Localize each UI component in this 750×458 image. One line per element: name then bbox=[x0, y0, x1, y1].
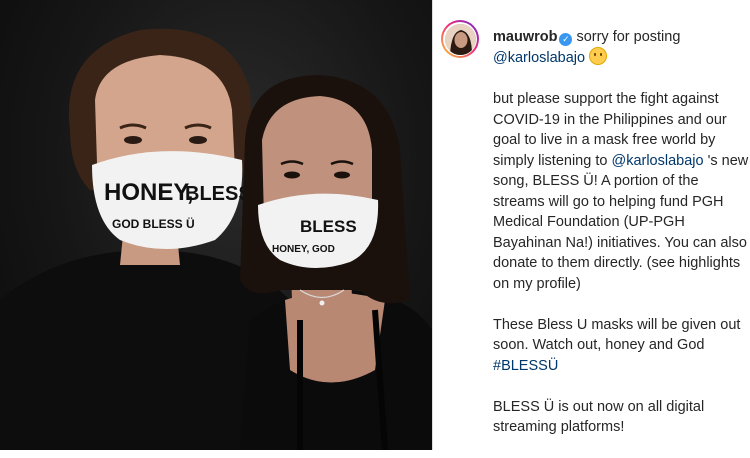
hashtag-link[interactable]: #BLESSÜ bbox=[493, 358, 558, 374]
mask-text-left-2: BLESS bbox=[185, 183, 252, 205]
story-ring[interactable] bbox=[441, 20, 479, 58]
caption-paragraph-1-text-2: 's new song, BLESS Ü! A portion of the s… bbox=[493, 152, 749, 292]
caption-header: mauwrob ✓ sorry for posting @karloslabajo bbox=[493, 27, 743, 68]
mask-text-left-3: GOD BLESS Ü bbox=[112, 216, 195, 231]
caption-paragraph-3-text: BLESS Ü is out now on all digital stream… bbox=[493, 398, 705, 436]
avatar[interactable] bbox=[444, 23, 476, 55]
mask-text-right-1: BLESS bbox=[300, 217, 357, 236]
caption-paragraph-2-text: These Bless U masks will be given out so… bbox=[493, 316, 741, 354]
post-panel: mauwrob ✓ sorry for posting @karloslabajo … bbox=[433, 0, 750, 450]
verified-badge-icon: ✓ bbox=[559, 33, 573, 46]
mention-link-2[interactable]: @karloslabajo bbox=[611, 153, 703, 169]
caption-paragraph-1: but please support the fight against COV… bbox=[493, 89, 749, 294]
caption-paragraph-2: These Bless U masks will be given out so… bbox=[493, 315, 749, 377]
username-link[interactable]: mauwrob bbox=[493, 29, 557, 45]
post-photo[interactable]: HONEY, BLESS GOD BLESS Ü BLESS HONEY, GO… bbox=[0, 0, 432, 450]
caption-paragraph-3: BLESS Ü is out now on all digital stream… bbox=[493, 397, 749, 438]
avatar-image bbox=[444, 23, 476, 55]
mask-text-right-2: HONEY, GOD bbox=[272, 244, 335, 255]
photo-illustration: HONEY, BLESS GOD BLESS Ü BLESS HONEY, GO… bbox=[0, 28, 432, 450]
caption-body: but please support the fight against COV… bbox=[493, 89, 749, 458]
mention-link[interactable]: @karloslabajo bbox=[493, 50, 585, 66]
upside-down-face-emoji-icon bbox=[589, 47, 608, 65]
caption-intro: sorry for posting bbox=[576, 29, 681, 45]
mask-text-left-1: HONEY, bbox=[104, 179, 193, 206]
